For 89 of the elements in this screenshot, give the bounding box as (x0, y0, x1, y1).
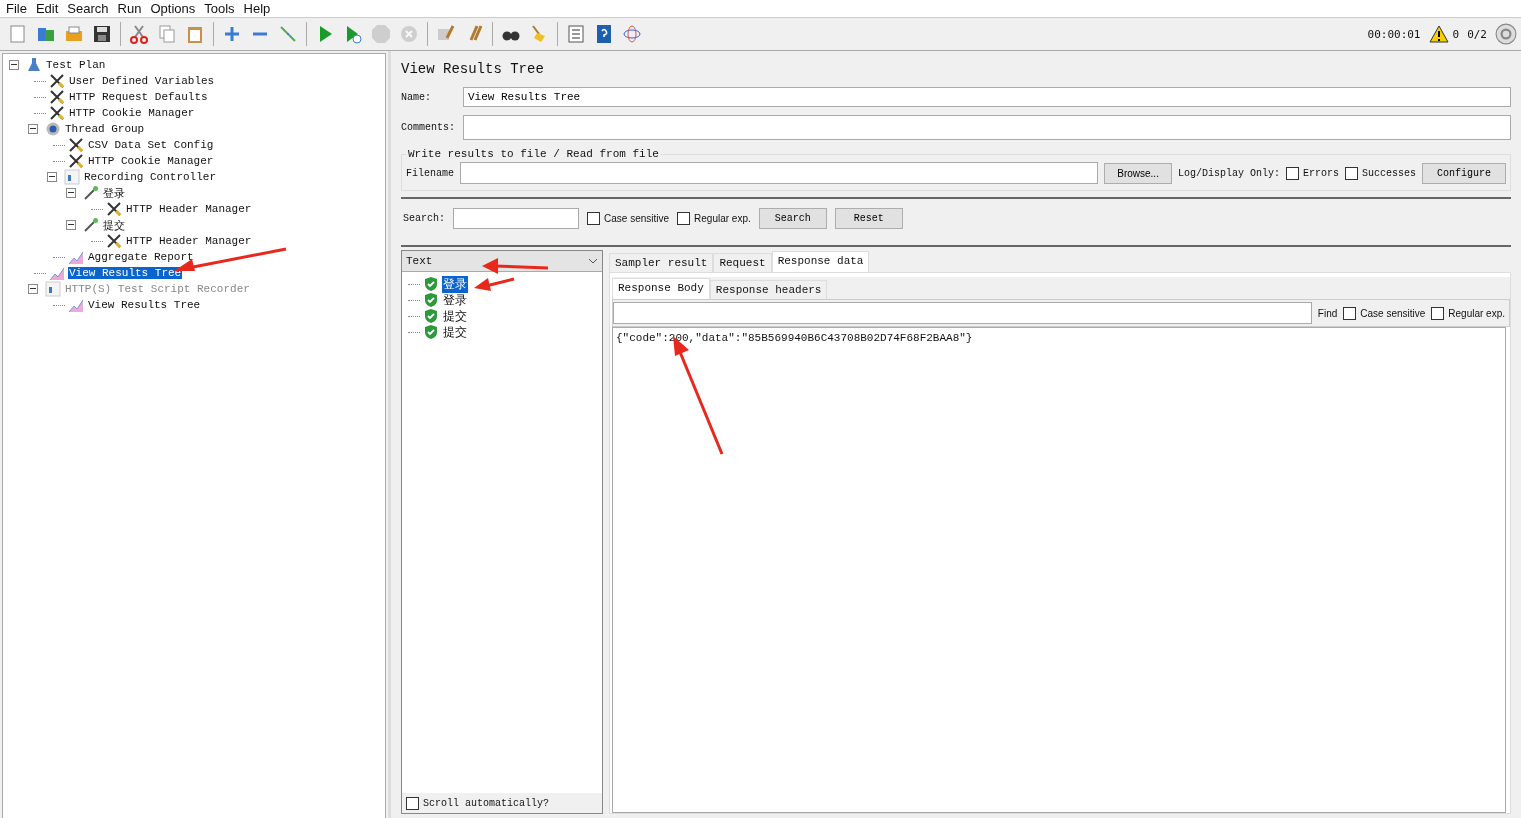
response-body-text: {"code":200,"data":"85B569940B6C43708B02D74F68F2BAA8"} (616, 332, 973, 344)
result-item[interactable]: 登录 (442, 291, 468, 309)
remote-status-icon (1495, 23, 1517, 45)
chart-icon (49, 265, 65, 281)
result-item[interactable]: 登录 (442, 275, 468, 293)
collapse-icon[interactable] (9, 60, 19, 70)
tree-item[interactable]: User Defined Variables (68, 75, 216, 87)
checkbox-label: Scroll automatically? (423, 797, 550, 809)
warning-count: 0 (1452, 27, 1460, 41)
tree-item[interactable]: HTTP Request Defaults (68, 91, 209, 103)
pipette-icon (83, 185, 99, 201)
field-label: Log/Display Only: (1177, 167, 1280, 179)
field-label: Search: (403, 213, 445, 224)
tools-icon (49, 105, 65, 121)
checkbox[interactable] (406, 796, 419, 810)
checkbox[interactable] (1345, 166, 1358, 180)
chevron-down-icon (588, 258, 598, 264)
field-label: Comments: (401, 122, 456, 133)
checkbox-label: Regular exp. (1448, 307, 1505, 319)
checkbox-label: Regular exp. (694, 213, 751, 224)
thread-count: 0/2 (1467, 27, 1487, 41)
tab[interactable]: Response Body (612, 278, 710, 299)
renderer-dropdown[interactable]: Text (402, 251, 602, 272)
chart-icon (68, 297, 84, 313)
tools-icon (106, 233, 122, 249)
collapse-icon[interactable] (47, 172, 57, 182)
checkbox[interactable] (1343, 306, 1357, 320)
pipette-icon (83, 217, 99, 233)
checkbox-label: Case sensitive (1360, 307, 1426, 319)
checkbox[interactable] (1285, 166, 1299, 180)
browse-button[interactable]: Browse... (1104, 162, 1172, 184)
controller-icon (64, 169, 80, 185)
tools-icon (68, 137, 84, 153)
tools-icon (49, 89, 65, 105)
result-item[interactable]: 提交 (442, 307, 468, 325)
elapsed-time: 00:00:01 (1367, 27, 1421, 41)
tools-icon (106, 201, 122, 217)
tree-item[interactable]: HTTP Header Manager (125, 203, 253, 215)
search-field[interactable] (453, 208, 579, 229)
menu-item[interactable]: Search (67, 1, 109, 16)
search-button[interactable]: Search (758, 208, 827, 229)
tree-item[interactable]: CSV Data Set Config (87, 139, 215, 151)
tree-item[interactable]: Aggregate Report (87, 251, 195, 263)
tree-item[interactable]: 登录 (102, 185, 126, 201)
panel-title: View Results Tree (401, 61, 545, 77)
tree-item[interactable]: Recording Controller (83, 171, 218, 183)
group-title: Write results to file / Read from file (407, 148, 660, 160)
flask-icon (26, 57, 42, 73)
tree-item[interactable]: HTTP Header Manager (125, 235, 253, 247)
tab[interactable]: Response data (771, 251, 870, 272)
tools-icon (68, 153, 84, 169)
chart-icon (68, 249, 84, 265)
menu-item[interactable]: Options (150, 1, 196, 16)
checkbox[interactable] (677, 212, 691, 225)
filename-field[interactable] (460, 162, 1099, 184)
collapse-icon[interactable] (28, 124, 38, 134)
field-label: Filename (406, 167, 454, 179)
checkbox[interactable] (1431, 306, 1445, 320)
comments-field[interactable] (463, 115, 1511, 140)
collapse-icon[interactable] (66, 188, 76, 198)
tree-item[interactable]: Test Plan (45, 59, 107, 71)
field-label: Find (1317, 307, 1338, 319)
checkbox[interactable] (587, 212, 600, 225)
checkbox-label: Successes (1362, 167, 1416, 179)
menu-item[interactable]: File (6, 1, 27, 16)
checkbox-label: Case sensitive (604, 213, 670, 224)
tree-item[interactable]: 提交 (102, 217, 126, 233)
tab[interactable]: Sampler result (609, 253, 714, 272)
reset-button[interactable]: Reset (834, 208, 903, 229)
warning-icon[interactable] (1428, 25, 1449, 43)
menu-item[interactable]: Tools (204, 1, 235, 16)
tree-item[interactable]: HTTP Cookie Manager (68, 107, 196, 119)
find-field[interactable] (613, 302, 1312, 324)
tab[interactable]: Request (713, 253, 772, 272)
tab[interactable]: Response headers (709, 280, 828, 299)
name-field[interactable]: View Results Tree (463, 87, 1511, 107)
menu-item[interactable]: Run (117, 1, 142, 16)
tree-item[interactable]: HTTP Cookie Manager (87, 155, 215, 167)
tree-item[interactable]: Thread Group (64, 123, 146, 135)
controller-icon (45, 281, 61, 297)
menu-item[interactable]: Help (243, 1, 271, 16)
gear-icon (45, 121, 61, 137)
field-label: Name: (401, 91, 432, 103)
tools-icon (49, 73, 65, 89)
menu-item[interactable]: Edit (35, 1, 59, 16)
configure-button[interactable]: Configure (1422, 162, 1506, 184)
collapse-icon[interactable] (66, 220, 76, 230)
checkbox-label: Errors (1302, 167, 1339, 179)
result-item[interactable]: 提交 (442, 323, 468, 341)
